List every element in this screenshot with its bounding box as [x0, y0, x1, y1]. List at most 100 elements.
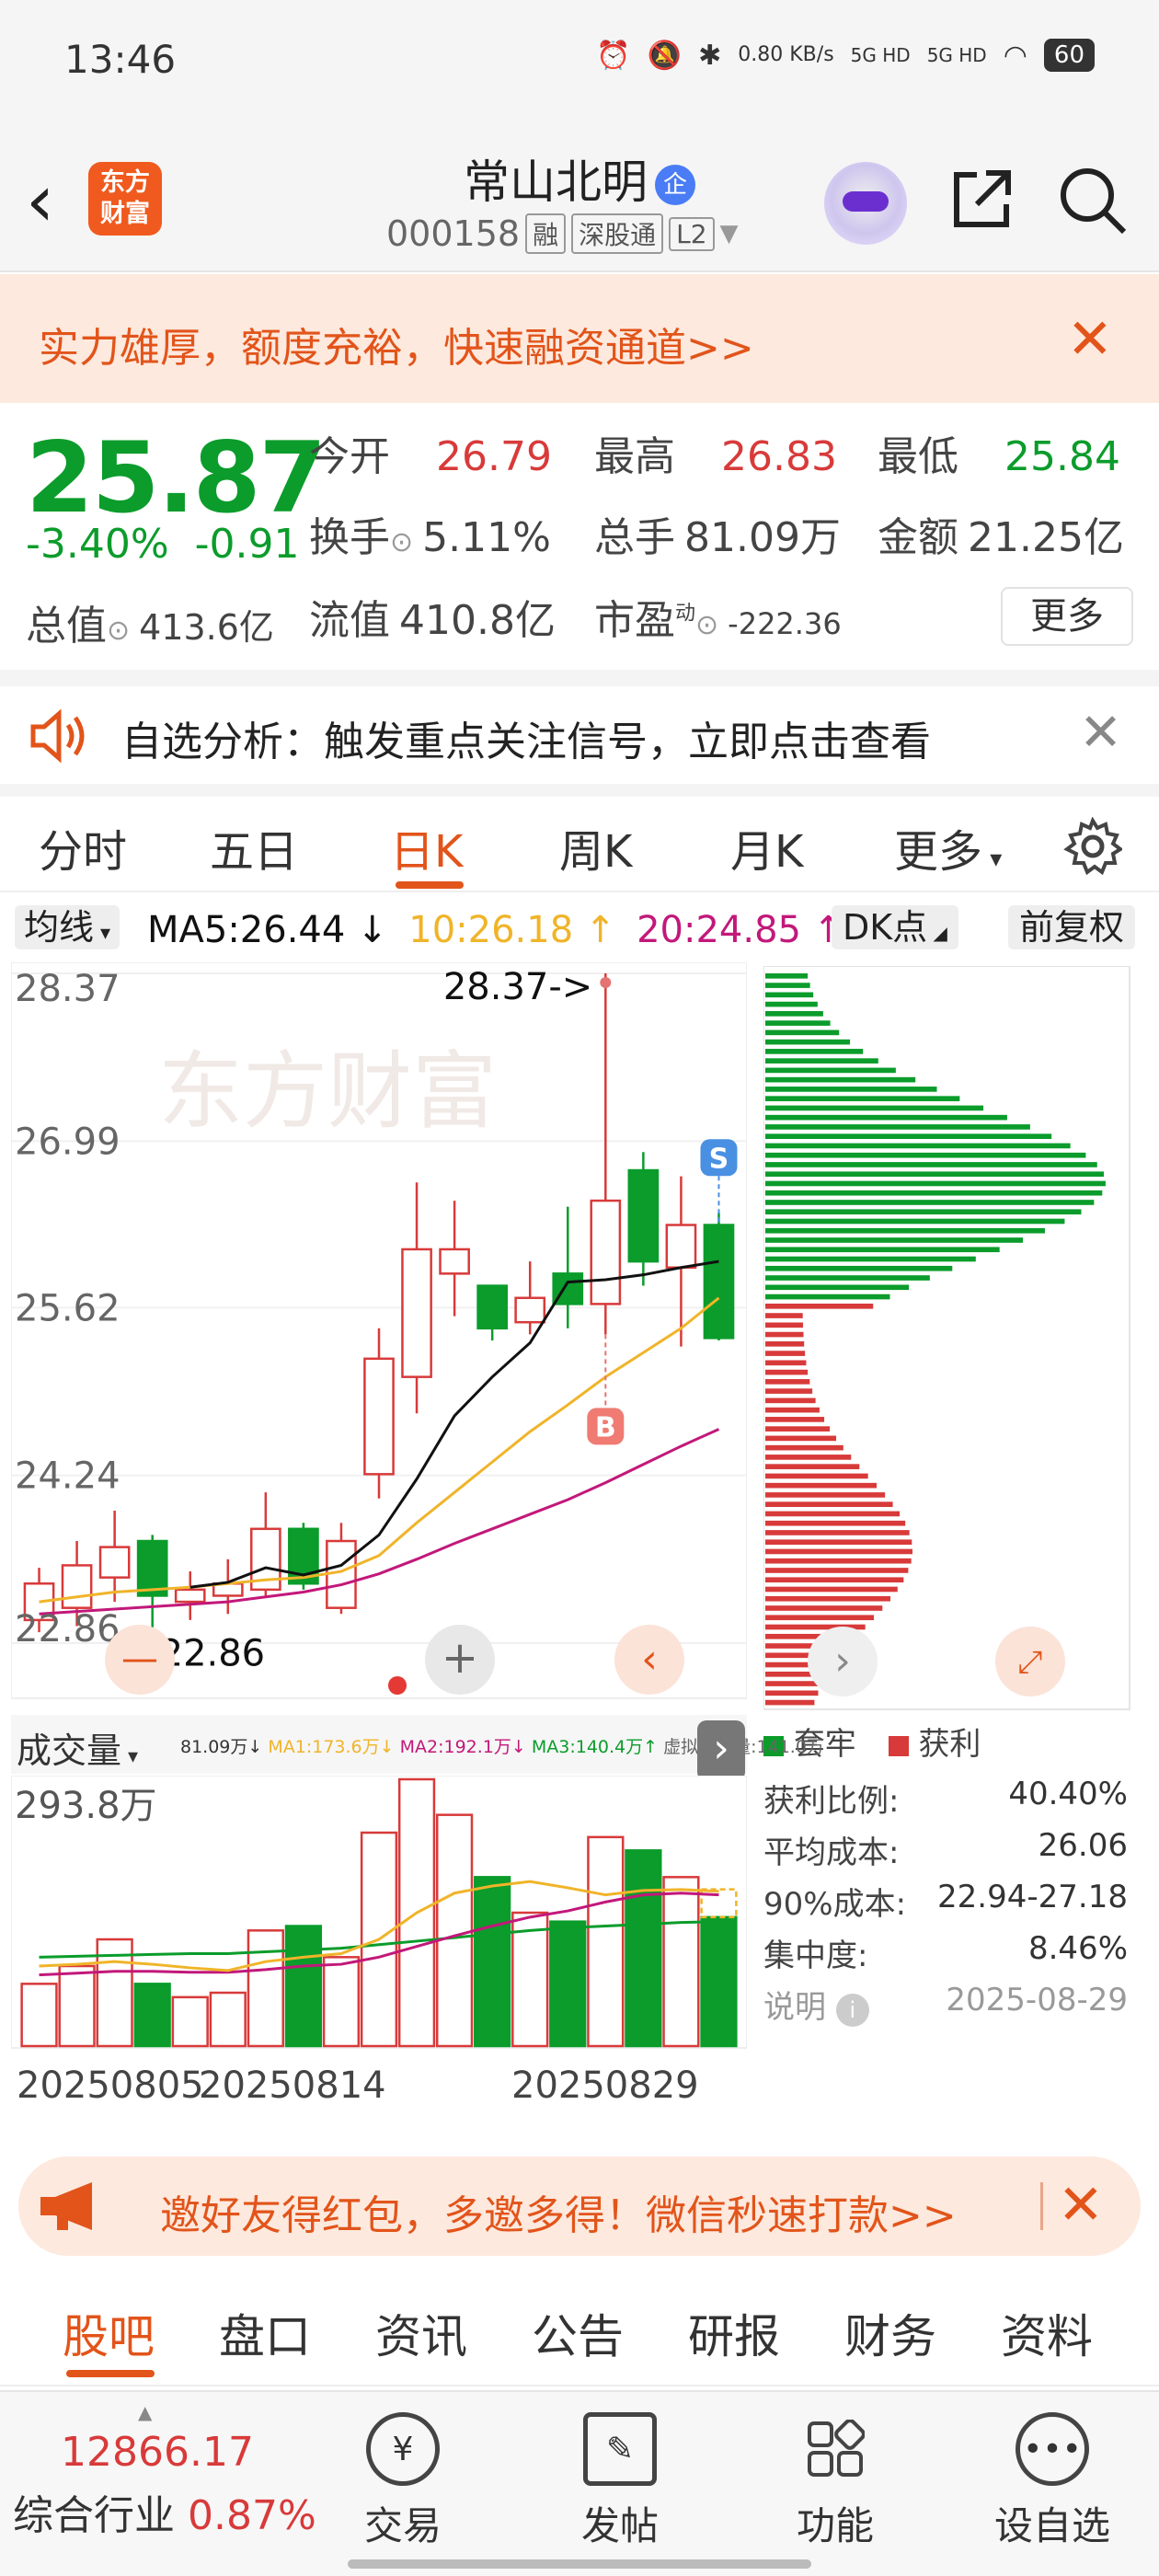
chip-bar [765, 1444, 843, 1451]
ma-selector[interactable]: 均线 ▾ [15, 905, 120, 949]
profit-ratio-row: 获利比例: 40.40% [763, 1776, 1128, 1820]
chip-bar [765, 1218, 1065, 1225]
chip-bar [765, 1426, 831, 1432]
change-percent: -3.40% [26, 521, 169, 568]
stock-code-row[interactable]: 000158 融 深股通 L2 ▼ [386, 213, 739, 254]
chip-bar [765, 1455, 852, 1460]
volume-bar [549, 1920, 587, 2048]
index-change-row[interactable]: 综合行业 0.87% [13, 2482, 316, 2541]
close-icon[interactable]: ✕ [1058, 2173, 1104, 2237]
volume-max-label: 293.8万 [15, 1785, 157, 1827]
cost90-row: 90%成本: 22.94-27.18 [763, 1879, 1128, 1923]
tab-profile[interactable]: 资料 [1001, 2300, 1093, 2366]
chip-bar [765, 1595, 890, 1602]
current-position-dot [388, 1676, 407, 1695]
dk-point-selector[interactable]: DK点 ◢ [832, 905, 958, 949]
change-amount: -0.91 [194, 521, 300, 568]
candle[interactable] [288, 1523, 319, 1590]
y-tick-label: 22.86 [15, 1608, 120, 1650]
candle[interactable] [703, 1213, 735, 1341]
yen-cycle-icon: ¥ [366, 2412, 440, 2486]
invite-promo-banner[interactable]: 邀好友得红包，多邀多得！微信秒速打款>> ✕ [18, 2156, 1141, 2256]
note-row[interactable]: 说明 i 2025-08-29 [763, 1982, 1131, 2033]
tab-intraday[interactable]: 分时 [39, 815, 127, 880]
chip-stats: 获利比例: 40.40% 平均成本: 26.06 90%成本: 22.94-27.18… [763, 1776, 1131, 2033]
stock-code: 000158 [386, 213, 521, 254]
float-field: 流值 410.8亿 [309, 597, 556, 644]
volume-selector[interactable]: 成交量 ▾ [17, 1722, 138, 1773]
tab-five-day[interactable]: 五日 [210, 815, 298, 880]
chip-bar [765, 1530, 910, 1535]
chip-bar [765, 992, 814, 998]
tab-forum[interactable]: 股吧 [63, 2300, 155, 2366]
nav-functions[interactable]: 功能 [771, 2412, 900, 2551]
chip-bar [765, 1237, 1024, 1243]
signal-banner[interactable]: 自选分析：触发重点关注信号，立即点击查看 ✕ [0, 686, 1159, 788]
tab-weekly-k[interactable]: 周K [559, 815, 632, 880]
more-button[interactable]: 更多 [1001, 587, 1133, 646]
tab-news[interactable]: 资讯 [375, 2300, 467, 2366]
chip-bar [765, 1690, 819, 1696]
chip-bar [765, 1067, 896, 1074]
tab-monthly-k[interactable]: 月K [730, 815, 803, 880]
tag-connect: 深股通 [571, 213, 664, 254]
nav-post[interactable]: ✎ 发帖 [556, 2412, 684, 2551]
promo-text: 邀好友得红包，多邀多得！微信秒速打款>> [160, 2192, 957, 2239]
chip-bar [765, 1087, 937, 1092]
index-value[interactable]: 12866.17 [61, 2429, 254, 2476]
chip-bar [765, 1114, 1007, 1121]
chip-bar [765, 983, 810, 988]
tab-daily-k[interactable]: 日K [390, 815, 463, 880]
tab-research[interactable]: 研报 [688, 2300, 780, 2366]
info-icon: ⊙ [107, 615, 131, 647]
chip-bar [765, 1681, 823, 1686]
nav-trade[interactable]: ¥ 交易 [339, 2412, 467, 2551]
chip-bar [765, 1180, 1106, 1187]
clock: 13:46 [64, 37, 177, 82]
volume-bar [625, 1849, 662, 2048]
volume-bar [322, 1956, 361, 2048]
info-icon: ⊙ [695, 609, 719, 641]
volume-bar [58, 1964, 96, 2048]
search-icon[interactable] [1058, 166, 1128, 236]
tab-announcements[interactable]: 公告 [532, 2300, 624, 2366]
chip-bar [765, 1124, 1030, 1130]
ai-assistant-avatar[interactable] [824, 162, 907, 245]
expand-panel-button[interactable]: › [697, 1720, 745, 1781]
chip-bar [765, 1247, 1000, 1253]
close-icon[interactable]: ✕ [1079, 703, 1122, 763]
legend-profit: 获利 [918, 1726, 981, 1763]
volume-bar [474, 1876, 511, 2048]
watermark: 东方财富 [158, 1045, 497, 1139]
tab-more[interactable]: 更多 ▾ [894, 815, 1002, 880]
chip-bar [765, 1171, 1105, 1178]
edit-icon: ✎ [583, 2412, 657, 2486]
content-tabs: 股吧 盘口 资讯 公告 研报 财务 资料 [0, 2278, 1159, 2386]
share-icon[interactable] [949, 166, 1016, 232]
chip-bar [765, 1568, 909, 1573]
chip-bar [765, 1473, 868, 1479]
tab-financials[interactable]: 财务 [844, 2300, 936, 2366]
active-tab-indicator [396, 881, 464, 889]
adjust-selector[interactable]: 前复权 [1008, 905, 1136, 949]
volume-bar [20, 1983, 58, 2048]
chip-bar [765, 1699, 815, 1706]
chip-bar [765, 1303, 874, 1309]
info-icon: i [835, 1994, 869, 2027]
low-field: 最低 25.84 [878, 433, 1120, 480]
high-point-dot [600, 977, 612, 988]
tab-orderbook[interactable]: 盘口 [219, 2300, 311, 2366]
y-tick-label: 26.99 [15, 1121, 120, 1163]
svg-text:‹: ‹ [641, 1636, 658, 1683]
chip-bar [765, 1096, 960, 1101]
close-icon[interactable]: ✕ [1067, 307, 1113, 372]
margin-promo-banner[interactable]: 实力雄厚，额度充裕，快速融资通道>> ✕ [0, 274, 1159, 403]
candlestick-chart[interactable]: 东方财富 28.3726.9925.6224.2422.86 28.37-><-… [11, 962, 747, 1708]
gear-icon[interactable] [1063, 817, 1122, 876]
chip-distribution-chart: › ⤢ [763, 966, 1130, 1710]
volume-bar [587, 1835, 625, 2048]
megaphone-icon [40, 2182, 92, 2230]
chip-bar [765, 1029, 840, 1036]
chip-bar [765, 1482, 878, 1489]
nav-add-watchlist[interactable]: ••• 设自选 [988, 2412, 1117, 2551]
